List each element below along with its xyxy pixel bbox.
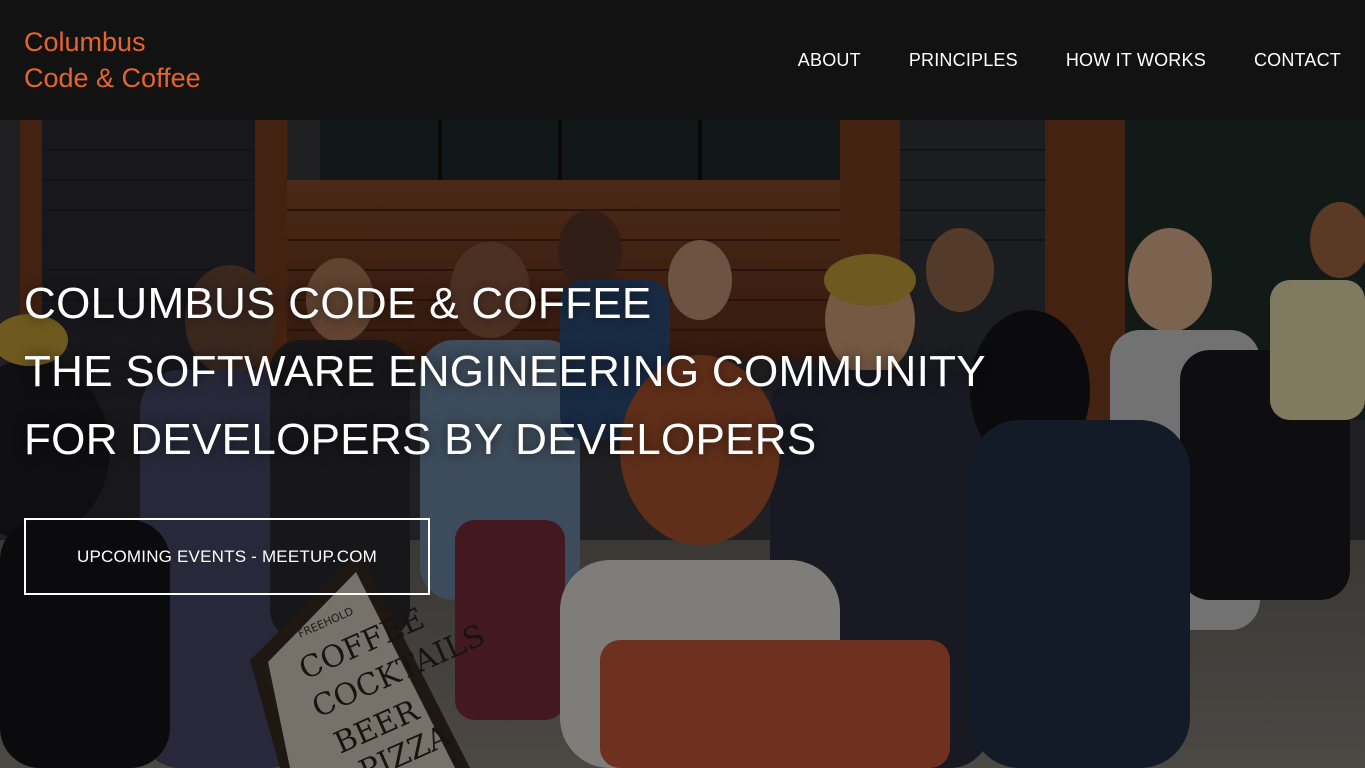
hero-title: COLUMBUS CODE & COFFEE xyxy=(24,279,652,328)
hero-subtitle-line-1: THE SOFTWARE ENGINEERING COMMUNITY xyxy=(24,347,986,396)
nav-link-principles[interactable]: PRINCIPLES xyxy=(909,50,1018,71)
brand-line-2: Code & Coffee xyxy=(24,63,201,93)
nav-link-contact[interactable]: CONTACT xyxy=(1254,50,1341,71)
hero-text-block: COLUMBUS CODE & COFFEE THE SOFTWARE ENGI… xyxy=(24,270,986,474)
hero-subtitle-line-2: FOR DEVELOPERS BY DEVELOPERS xyxy=(24,415,817,464)
upcoming-events-button[interactable]: UPCOMING EVENTS - MEETUP.COM xyxy=(24,518,430,595)
site-header: Columbus Code & Coffee ABOUT PRINCIPLES … xyxy=(0,0,1365,120)
hero-section: FREEHOLD COFFEE COCKTAILS BEER PIZZA COL… xyxy=(0,120,1365,768)
nav-link-how-it-works[interactable]: HOW IT WORKS xyxy=(1066,50,1206,71)
brand-line-1: Columbus xyxy=(24,27,146,57)
brand-logo-link[interactable]: Columbus Code & Coffee xyxy=(24,24,201,96)
nav-link-about[interactable]: ABOUT xyxy=(798,50,861,71)
main-nav: ABOUT PRINCIPLES HOW IT WORKS CONTACT xyxy=(798,0,1341,120)
